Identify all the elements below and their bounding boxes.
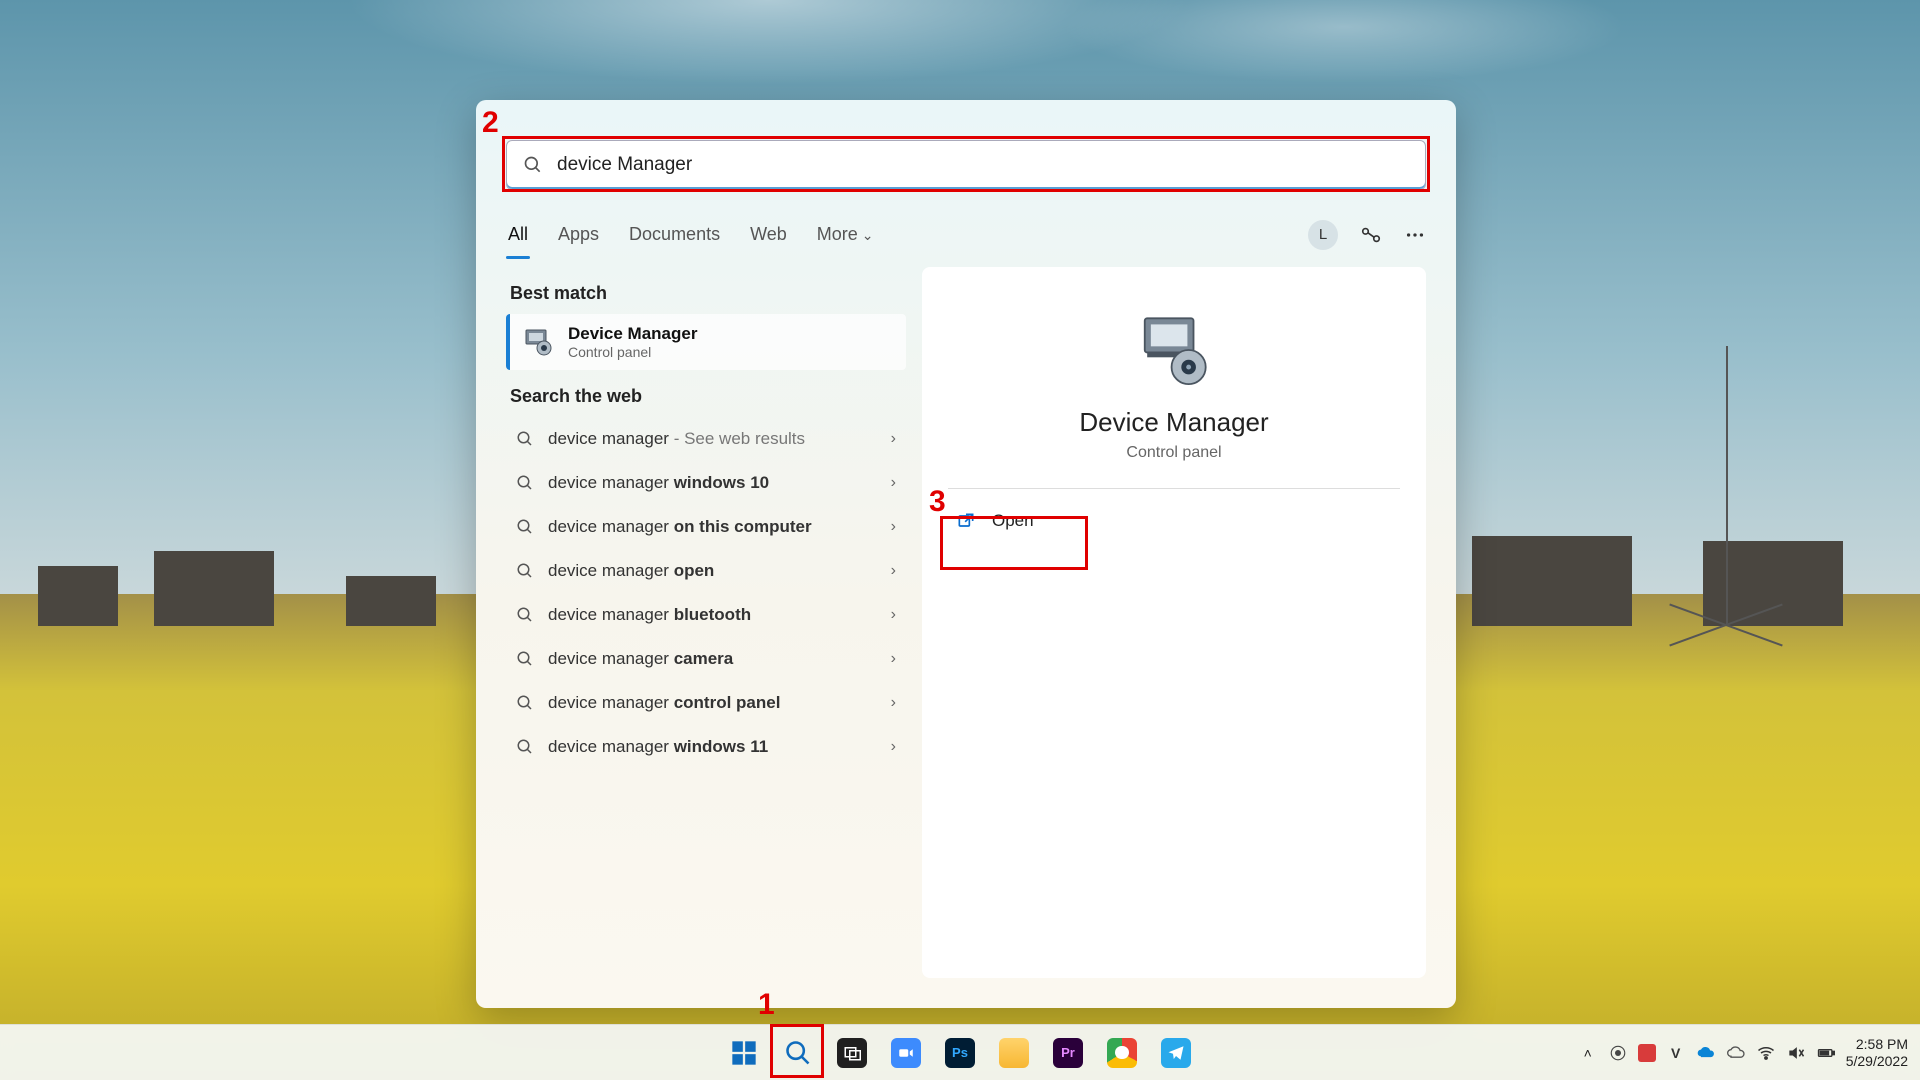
premiere-icon: Pr bbox=[1053, 1038, 1083, 1068]
open-label: Open bbox=[992, 511, 1034, 531]
web-suggestion-text: device manager on this computer bbox=[548, 517, 877, 537]
tray-red-icon[interactable] bbox=[1638, 1044, 1656, 1062]
chevron-right-icon: › bbox=[891, 518, 896, 536]
device-manager-icon bbox=[522, 326, 554, 358]
chevron-down-icon: ⌄ bbox=[862, 227, 874, 243]
web-suggestion-text: device manager open bbox=[548, 561, 877, 581]
photoshop-icon: Ps bbox=[945, 1038, 975, 1068]
search-web-heading: Search the web bbox=[510, 386, 902, 407]
search-icon bbox=[516, 606, 534, 624]
chevron-right-icon: › bbox=[891, 474, 896, 492]
search-icon bbox=[516, 518, 534, 536]
taskbar-clock[interactable]: 2:58 PM 5/29/2022 bbox=[1846, 1036, 1908, 1070]
results-left-column: Best match Device Manager Control panel … bbox=[506, 267, 906, 978]
search-icon bbox=[523, 155, 543, 175]
web-suggestion[interactable]: device manager - See web results › bbox=[506, 417, 906, 461]
open-external-icon bbox=[956, 511, 976, 531]
taskbar-app-zoom[interactable] bbox=[883, 1030, 929, 1076]
web-suggestion[interactable]: device manager bluetooth › bbox=[506, 593, 906, 637]
web-suggestion[interactable]: device manager on this computer › bbox=[506, 505, 906, 549]
best-match-heading: Best match bbox=[510, 283, 902, 304]
divider bbox=[948, 488, 1400, 489]
best-match-subtitle: Control panel bbox=[568, 344, 697, 360]
tab-web[interactable]: Web bbox=[748, 218, 789, 251]
result-detail-panel: Device Manager Control panel Open bbox=[922, 267, 1426, 978]
tab-apps[interactable]: Apps bbox=[556, 218, 601, 251]
web-suggestion-text: device manager bluetooth bbox=[548, 605, 877, 625]
search-icon bbox=[516, 474, 534, 492]
taskbar-app-premiere[interactable]: Pr bbox=[1045, 1030, 1091, 1076]
search-icon bbox=[516, 430, 534, 448]
tray-wifi-icon[interactable] bbox=[1756, 1043, 1776, 1063]
tray-v-icon[interactable]: V bbox=[1666, 1043, 1686, 1063]
chevron-right-icon: › bbox=[891, 650, 896, 668]
taskbar-app-chrome[interactable] bbox=[1099, 1030, 1145, 1076]
device-manager-large-icon bbox=[1135, 311, 1213, 389]
detail-subtitle: Control panel bbox=[1126, 444, 1221, 462]
tray-battery-icon[interactable] bbox=[1816, 1043, 1836, 1063]
web-suggestion[interactable]: device manager open › bbox=[506, 549, 906, 593]
search-tabs: All Apps Documents Web More⌄ L bbox=[476, 208, 1456, 257]
web-suggestion[interactable]: device manager windows 10 › bbox=[506, 461, 906, 505]
detail-title: Device Manager bbox=[1079, 407, 1268, 438]
best-match-result[interactable]: Device Manager Control panel bbox=[506, 314, 906, 370]
open-action[interactable]: Open bbox=[948, 499, 1400, 543]
search-button[interactable] bbox=[775, 1030, 821, 1076]
web-suggestion-text: device manager - See web results bbox=[548, 429, 877, 449]
search-icon bbox=[516, 562, 534, 580]
search-icon bbox=[516, 738, 534, 756]
web-suggestion-text: device manager control panel bbox=[548, 693, 877, 713]
taskbar-app-telegram[interactable] bbox=[1153, 1030, 1199, 1076]
web-suggestion[interactable]: device manager camera › bbox=[506, 637, 906, 681]
system-tray[interactable]: ˄ V bbox=[1578, 1043, 1836, 1063]
tray-cc-icon[interactable] bbox=[1608, 1043, 1628, 1063]
clock-time: 2:58 PM bbox=[1846, 1036, 1908, 1053]
search-icon bbox=[516, 650, 534, 668]
start-button[interactable] bbox=[721, 1030, 767, 1076]
web-suggestion[interactable]: device manager control panel › bbox=[506, 681, 906, 725]
more-options-icon[interactable] bbox=[1404, 224, 1426, 246]
task-view-icon bbox=[837, 1038, 867, 1068]
tab-more[interactable]: More⌄ bbox=[815, 218, 876, 251]
chevron-right-icon: › bbox=[891, 606, 896, 624]
clock-date: 5/29/2022 bbox=[1846, 1053, 1908, 1070]
search-bar[interactable] bbox=[506, 140, 1426, 190]
tray-onedrive-icon[interactable] bbox=[1696, 1043, 1716, 1063]
tray-volume-icon[interactable] bbox=[1786, 1043, 1806, 1063]
folder-icon bbox=[999, 1038, 1029, 1068]
taskbar-center: Ps Pr bbox=[721, 1030, 1199, 1076]
chevron-right-icon: › bbox=[891, 738, 896, 756]
taskbar-app-photoshop[interactable]: Ps bbox=[937, 1030, 983, 1076]
chevron-right-icon: › bbox=[891, 562, 896, 580]
telegram-icon bbox=[1161, 1038, 1191, 1068]
search-icon bbox=[784, 1039, 812, 1067]
windows-logo-icon bbox=[730, 1039, 758, 1067]
tab-all[interactable]: All bbox=[506, 218, 530, 251]
chevron-right-icon: › bbox=[891, 430, 896, 448]
tray-cloud-icon[interactable] bbox=[1726, 1043, 1746, 1063]
chrome-icon bbox=[1107, 1038, 1137, 1068]
chevron-right-icon: › bbox=[891, 694, 896, 712]
connect-icon[interactable] bbox=[1360, 224, 1382, 246]
user-avatar[interactable]: L bbox=[1308, 220, 1338, 250]
web-suggestion-text: device manager windows 10 bbox=[548, 473, 877, 493]
search-input[interactable] bbox=[557, 154, 1409, 176]
tab-documents[interactable]: Documents bbox=[627, 218, 722, 251]
taskbar-right: ˄ V 2:58 PM 5/29/2022 bbox=[1578, 1036, 1920, 1070]
web-suggestion-text: device manager windows 11 bbox=[548, 737, 877, 757]
web-suggestion-text: device manager camera bbox=[548, 649, 877, 669]
start-search-panel: All Apps Documents Web More⌄ L Best matc… bbox=[476, 100, 1456, 1008]
taskbar-app-explorer[interactable] bbox=[991, 1030, 1037, 1076]
search-icon bbox=[516, 694, 534, 712]
zoom-icon bbox=[891, 1038, 921, 1068]
best-match-title: Device Manager bbox=[568, 324, 697, 344]
tray-expand-icon[interactable]: ˄ bbox=[1578, 1043, 1598, 1063]
web-suggestion[interactable]: device manager windows 11 › bbox=[506, 725, 906, 769]
taskbar: Ps Pr ˄ V 2:58 PM 5/29/2022 bbox=[0, 1024, 1920, 1080]
task-view-button[interactable] bbox=[829, 1030, 875, 1076]
